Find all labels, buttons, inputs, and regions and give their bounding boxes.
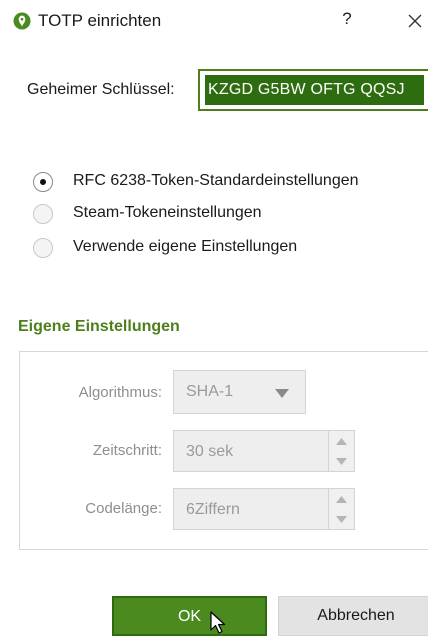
radio-steam-token[interactable]: Steam-Tokeneinstellungen bbox=[33, 203, 413, 227]
radio-custom-settings[interactable]: Verwende eigene Einstellungen bbox=[33, 237, 413, 261]
radio-label: Steam-Tokeneinstellungen bbox=[73, 204, 262, 221]
cancel-button[interactable]: Abbrechen bbox=[278, 596, 428, 636]
title-bar: TOTP einrichten ? bbox=[0, 0, 428, 46]
keepass-logo-icon bbox=[13, 12, 31, 30]
decrement-button[interactable] bbox=[329, 451, 354, 471]
custom-settings-heading: Eigene Einstellungen bbox=[18, 318, 180, 335]
chevron-up-icon bbox=[336, 496, 347, 503]
code-length-label: Codelänge: bbox=[85, 500, 162, 517]
algorithm-label: Algorithmus: bbox=[78, 384, 162, 401]
spin-buttons bbox=[328, 431, 354, 471]
dropdown-arrow-icon bbox=[275, 389, 289, 398]
chevron-up-icon bbox=[336, 438, 347, 445]
chevron-down-icon bbox=[336, 458, 347, 465]
timestep-value: 30 sek bbox=[186, 443, 234, 460]
algorithm-value: SHA-1 bbox=[186, 383, 234, 400]
mouse-cursor-icon bbox=[210, 611, 226, 634]
increment-button[interactable] bbox=[329, 489, 354, 509]
code-length-stepper[interactable]: 6Ziffern bbox=[173, 488, 355, 530]
algorithm-dropdown[interactable]: SHA-1 bbox=[173, 370, 306, 414]
secret-key-value: KZGD G5BW OFTG QQSJ bbox=[205, 75, 424, 105]
secret-key-label: Geheimer Schlüssel: bbox=[27, 81, 175, 98]
radio-dot bbox=[40, 179, 46, 185]
help-button[interactable]: ? bbox=[336, 9, 358, 33]
radio-label: Verwende eigene Einstellungen bbox=[73, 238, 298, 255]
spin-buttons bbox=[328, 489, 354, 529]
radio-button-checked[interactable] bbox=[33, 172, 53, 192]
secret-key-input[interactable]: KZGD G5BW OFTG QQSJ bbox=[198, 69, 428, 111]
close-icon bbox=[408, 14, 422, 28]
radio-rfc6238-default[interactable]: RFC 6238-Token-Standardeinstellungen bbox=[33, 171, 413, 195]
window-title: TOTP einrichten bbox=[38, 11, 162, 30]
code-length-value: 6Ziffern bbox=[186, 501, 240, 518]
radio-label: RFC 6238-Token-Standardeinstellungen bbox=[73, 172, 359, 189]
increment-button[interactable] bbox=[329, 431, 354, 451]
close-button[interactable] bbox=[402, 8, 428, 34]
ok-button[interactable]: OK bbox=[112, 596, 267, 636]
decrement-button[interactable] bbox=[329, 509, 354, 529]
timestep-label: Zeitschritt: bbox=[92, 442, 162, 459]
radio-button[interactable] bbox=[33, 238, 53, 258]
radio-button[interactable] bbox=[33, 204, 53, 224]
timestep-stepper[interactable]: 30 sek bbox=[173, 430, 355, 472]
chevron-down-icon bbox=[336, 516, 347, 523]
